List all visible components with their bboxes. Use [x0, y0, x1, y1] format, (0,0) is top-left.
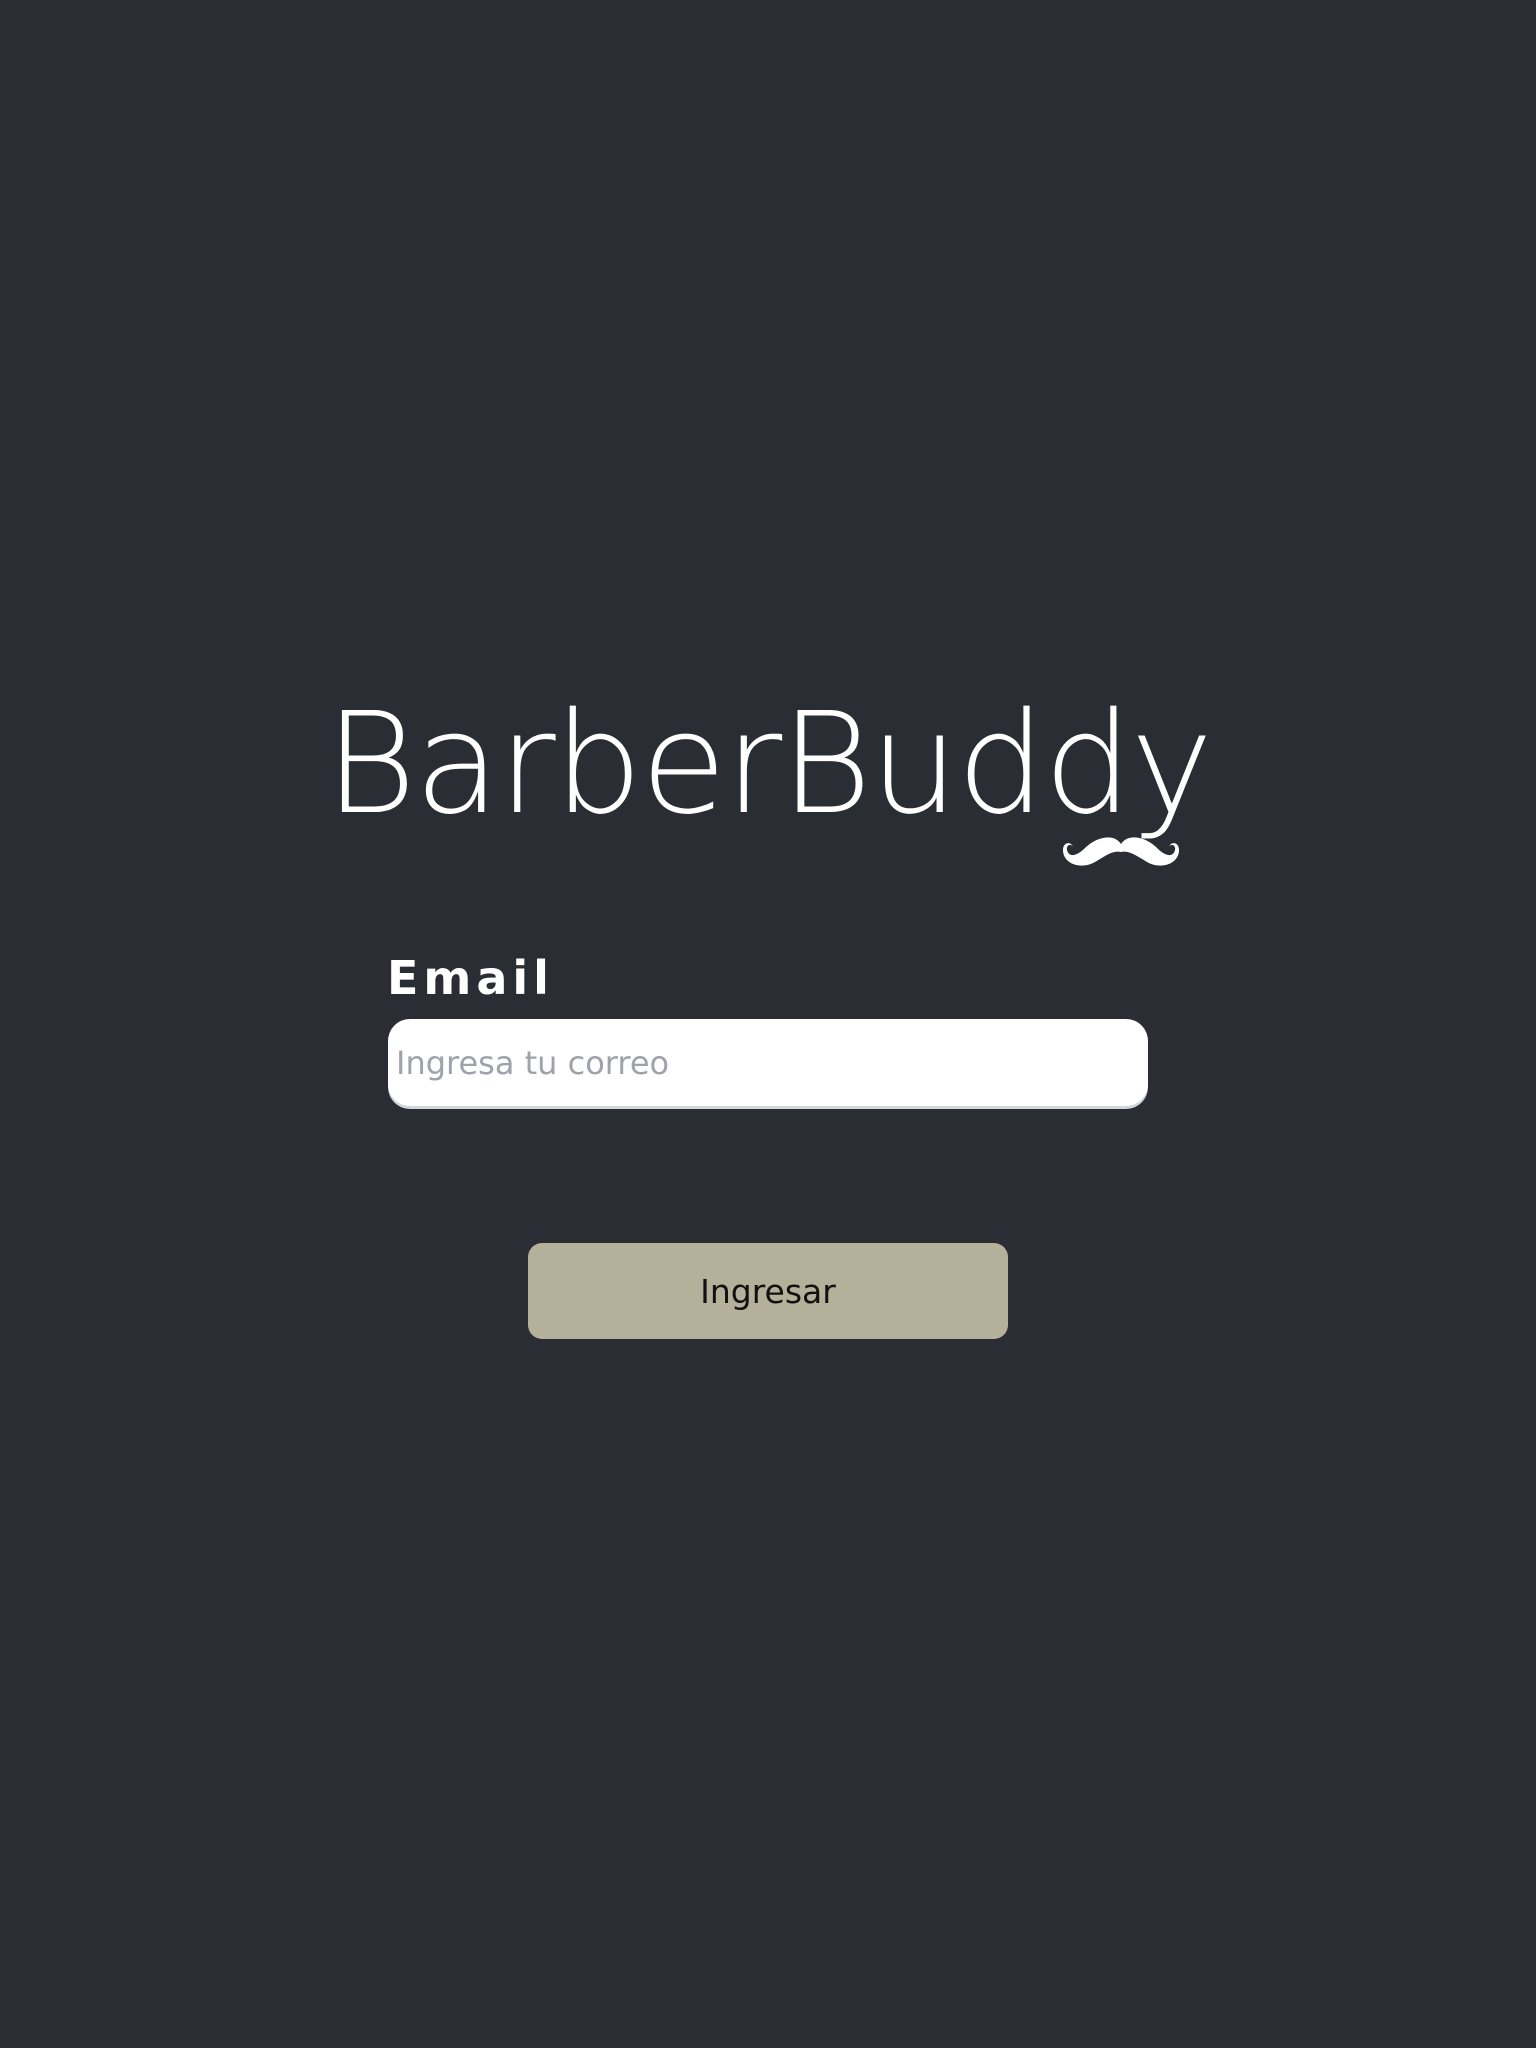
mustache-icon: [1063, 837, 1179, 866]
app-logo: BarberBuddy: [0, 690, 1536, 890]
app-title: BarberBuddy: [324, 683, 1214, 846]
email-field[interactable]: [388, 1019, 1148, 1106]
login-button[interactable]: Ingresar: [528, 1243, 1008, 1339]
email-label: Email: [387, 951, 554, 1005]
